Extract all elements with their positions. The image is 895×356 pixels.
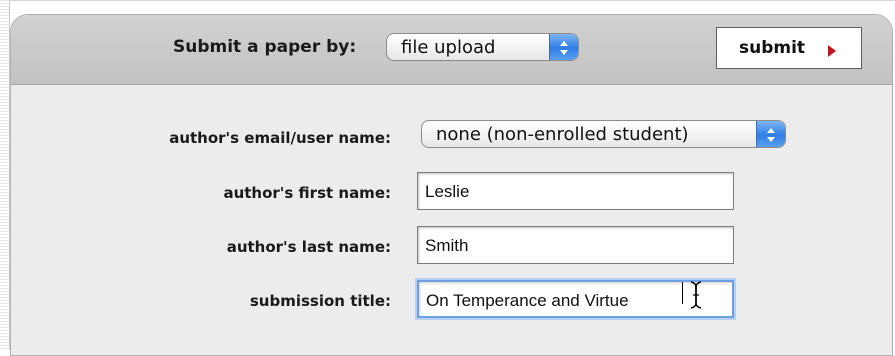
panel-header: Submit a paper by: file upload submit xyxy=(11,15,892,85)
submit-by-label: Submit a paper by: xyxy=(173,37,357,57)
submission-title-field[interactable]: On Temperance and Virtue xyxy=(417,280,734,318)
up-down-arrows-icon xyxy=(549,34,578,60)
submission-title-value: On Temperance and Virtue xyxy=(426,291,629,310)
up-down-arrows-icon xyxy=(756,121,785,147)
submit-method-value: file upload xyxy=(401,37,496,58)
text-caret xyxy=(682,282,683,304)
last-name-value: Smith xyxy=(425,236,469,255)
ibeam-cursor-icon xyxy=(690,281,702,313)
email-label: author's email/user name: xyxy=(169,129,391,147)
first-name-label: author's first name: xyxy=(223,184,391,202)
submit-button-label: submit xyxy=(739,38,806,58)
first-name-value: Leslie xyxy=(425,182,470,201)
window-edge-stripes xyxy=(0,0,10,350)
last-name-label: author's last name: xyxy=(226,238,391,256)
triangle-right-icon xyxy=(828,42,836,61)
top-divider xyxy=(9,0,895,1)
submit-method-select[interactable]: file upload xyxy=(386,33,579,61)
author-email-select[interactable]: none (non-enrolled student) xyxy=(421,120,786,148)
author-email-value: none (non-enrolled student) xyxy=(436,124,689,145)
last-name-field[interactable]: Smith xyxy=(417,226,734,264)
first-name-field[interactable]: Leslie xyxy=(417,172,734,210)
title-label: submission title: xyxy=(249,292,391,310)
submit-button[interactable]: submit xyxy=(716,27,862,69)
submission-panel: Submit a paper by: file upload submit au… xyxy=(10,14,893,356)
